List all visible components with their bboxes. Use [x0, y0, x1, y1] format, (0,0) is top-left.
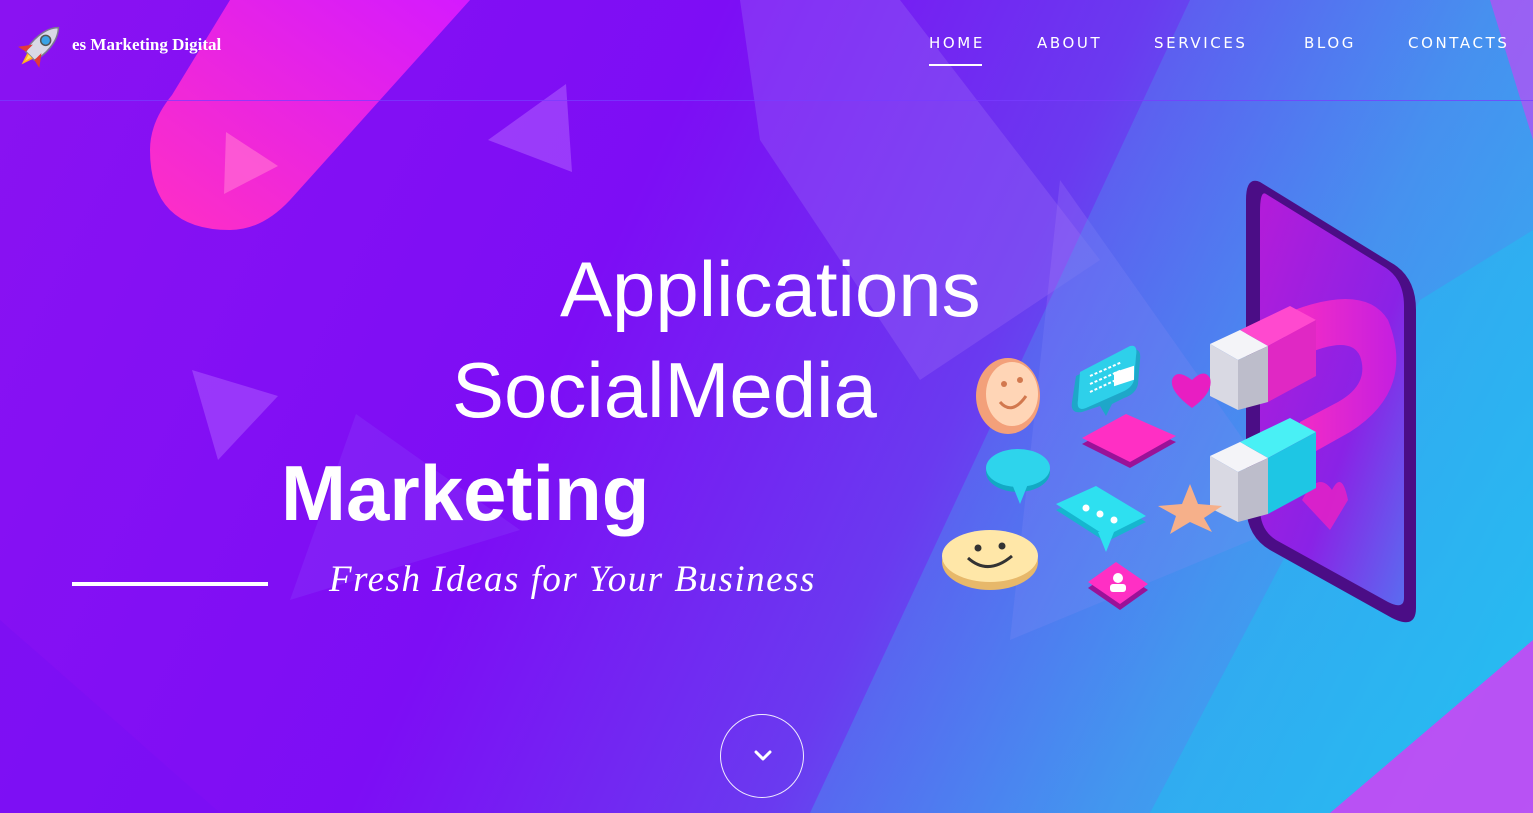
- speech-bubble-icon: [986, 449, 1050, 504]
- nav-services[interactable]: SERVICES: [1154, 34, 1248, 52]
- nav-contacts[interactable]: CONTACTS: [1408, 34, 1509, 52]
- chevron-down-icon: [754, 750, 772, 761]
- message-icon: [1056, 486, 1146, 552]
- headline-socialmedia: SocialMedia: [452, 346, 877, 434]
- headline-marketing: Marketing: [281, 449, 650, 537]
- tagline: Fresh Ideas for Your Business: [329, 559, 816, 600]
- profile-icon: [1088, 562, 1148, 610]
- nav-blog[interactable]: BLOG: [1304, 34, 1356, 52]
- wink-coin-icon: [942, 530, 1038, 590]
- phone-image: [1246, 180, 1416, 623]
- nav-home[interactable]: HOME: [929, 34, 985, 66]
- heart-icon: [1171, 373, 1211, 408]
- headline-applications: Applications: [560, 245, 981, 333]
- site-header: es Marketing Digital HOME ABOUT SERVICES…: [0, 0, 1533, 101]
- hero-section: es Marketing Digital HOME ABOUT SERVICES…: [0, 0, 1533, 813]
- scroll-down-button[interactable]: [720, 714, 804, 798]
- main-nav: HOME ABOUT SERVICES BLOG CONTACTS: [0, 34, 1533, 74]
- tagline-divider: [72, 582, 268, 586]
- social-magnet-illustration: [942, 180, 1416, 623]
- smiley-coin-icon: [976, 358, 1040, 434]
- nav-about[interactable]: ABOUT: [1037, 34, 1102, 52]
